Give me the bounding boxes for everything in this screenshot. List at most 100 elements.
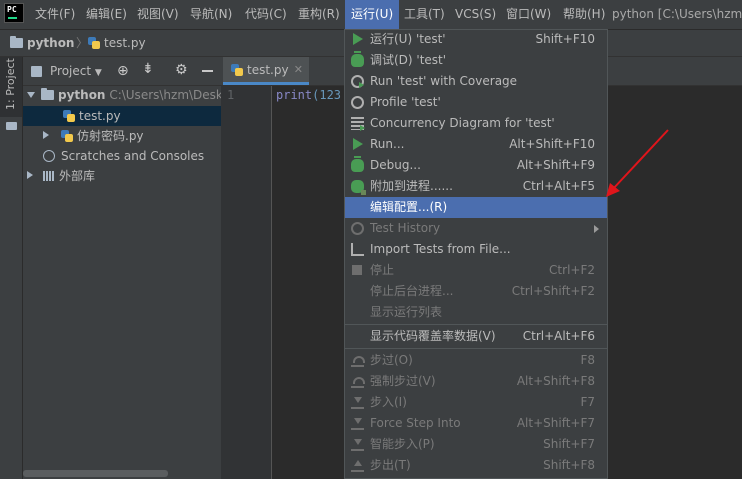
run-menu-item-debug[interactable]: Debug... Alt+Shift+F9 [345,155,607,176]
menu-item-shortcut: Ctrl+F2 [549,263,595,277]
gear-icon[interactable]: ⚙ [175,62,188,78]
run-menu-item-step-out[interactable]: 步出(T) Shift+F8 [345,455,607,476]
breadcrumb-separator-icon: 〉 [76,36,89,50]
debug-icon [351,51,364,67]
tree-root-path: C:\Users\hzm\Desk [109,88,223,102]
menu-item-shortcut: Alt+Shift+F9 [516,158,595,172]
menu-item-shortcut: Alt+Shift+F10 [509,137,595,151]
menu-item-shortcut: Shift+F10 [535,32,595,46]
run-menu-item-step-over[interactable]: 步过(O) F8 [345,350,607,371]
project-view-dropdown[interactable]: Project ▼ [50,64,102,78]
force-step-into-icon [351,417,364,430]
menu-bar: PC 文件(F) 编辑(E) 视图(V) 导航(N) 代码(C) 重构(R) 运… [0,0,742,30]
close-icon[interactable]: ✕ [294,57,303,83]
python-file-icon [88,37,100,49]
window-title: python [C:\Users\hzm [612,7,742,21]
menu-item-label: Run... [370,137,405,151]
menu-item-label: 显示代码覆盖率数据(V) [370,329,496,343]
code-keyword: print [276,88,313,102]
tab-test-py[interactable]: test.py ✕ [223,57,309,85]
step-into-icon [351,396,364,409]
run-menu-item-show-running-list[interactable]: 显示运行列表 [345,302,607,323]
folder-icon [10,36,23,48]
run-menu-item-force-step-over[interactable]: 强制步过(V) Alt+Shift+F8 [345,371,607,392]
menu-item-shortcut: Shift+F8 [543,458,595,472]
run-menu-item-edit-configurations[interactable]: 编辑配置...(R) [345,197,607,218]
menu-code[interactable]: 代码(C) [239,0,293,29]
annotation-arrow-icon [606,129,669,197]
smart-step-into-icon [351,438,364,451]
menu-item-label: Test History [370,221,441,235]
run-menu-item-show-coverage[interactable]: 显示代码覆盖率数据(V) Ctrl+Alt+F6 [345,326,607,347]
breadcrumb-project[interactable]: python [10,30,74,56]
run-menu-item-attach-process[interactable]: 附加到进程...... Ctrl+Alt+F5 [345,176,607,197]
tree-item-test-py[interactable]: test.py [23,106,221,126]
run-menu-item-stop-background[interactable]: 停止后台进程... Ctrl+Shift+F2 [345,281,607,302]
scratches-icon [43,150,55,162]
menu-window[interactable]: 窗口(W) [500,0,557,29]
pycharm-logo-icon: PC [4,3,24,23]
code-rest: (123 [312,88,342,102]
run-menu-item-smart-step-into[interactable]: 智能步入(P) Shift+F7 [345,434,607,455]
run-menu-item-debug-test[interactable]: 调试(D) 'test' [345,50,607,71]
menu-navigate[interactable]: 导航(N) [184,0,238,29]
menu-item-shortcut: Ctrl+Shift+F2 [511,284,595,298]
menu-item-shortcut: Ctrl+Alt+F6 [522,329,595,343]
collapse-all-icon[interactable]: ⇟ [142,61,154,77]
coverage-icon [351,75,364,88]
run-icon [353,138,363,150]
menu-file[interactable]: 文件(F) [29,0,81,29]
menu-item-shortcut: Shift+F7 [543,437,595,451]
run-menu-item-run[interactable]: Run... Alt+Shift+F10 [345,134,607,155]
breadcrumb-project-label: python [27,36,75,50]
tree-item-label: Scratches and Consoles [61,149,205,163]
tree-item-external-libraries[interactable]: 外部库 [23,166,221,186]
run-menu-item-run-test[interactable]: 运行(U) 'test' Shift+F10 [345,29,607,50]
expand-arrow-icon[interactable] [43,131,49,139]
menu-item-shortcut: F8 [580,353,595,367]
run-icon [353,33,363,45]
menu-item-label: Debug... [370,158,421,172]
menu-vcs[interactable]: VCS(S) [449,0,502,29]
menu-run[interactable]: 运行(U) [345,0,400,29]
run-menu-item-step-into[interactable]: 步入(I) F7 [345,392,607,413]
menu-item-label: 步过(O) [370,353,413,367]
menu-separator [345,324,607,325]
expand-arrow-icon[interactable] [27,171,33,179]
tree-item-affine-cipher[interactable]: 仿射密码.py [23,126,221,146]
breadcrumb-file-label: test.py [104,36,146,50]
breadcrumb-file[interactable]: test.py [88,30,146,56]
horizontal-scrollbar[interactable] [23,470,168,477]
menu-refactor[interactable]: 重构(R) [292,0,346,29]
menu-item-label: 显示运行列表 [370,305,443,319]
menu-item-label: 步入(I) [370,395,407,409]
code-line[interactable]: print(123 [276,88,341,102]
locate-file-icon[interactable]: ⊕ [117,63,129,79]
menu-help[interactable]: 帮助(H) [557,0,611,29]
step-over-icon [351,354,365,367]
folder-icon [41,88,54,100]
hide-panel-icon[interactable] [202,70,213,72]
menu-item-label: 停止后台进程... [370,284,454,298]
menu-item-label: Force Step Into [370,416,461,430]
run-menu-item-concurrency[interactable]: Concurrency Diagram for 'test' [345,113,607,134]
project-view-label: Project [50,64,92,78]
import-icon [351,243,364,256]
run-menu-item-test-history[interactable]: Test History [345,218,607,239]
run-menu-item-profile[interactable]: Profile 'test' [345,92,607,113]
menu-edit[interactable]: 编辑(E) [80,0,133,29]
expand-arrow-icon[interactable] [27,92,35,98]
step-out-icon [351,459,364,472]
menu-item-shortcut: Ctrl+Alt+F5 [522,179,595,193]
run-menu-item-coverage[interactable]: Run 'test' with Coverage [345,71,607,92]
menu-item-label: 附加到进程...... [370,179,453,193]
menu-view[interactable]: 视图(V) [131,0,185,29]
tree-item-label: 仿射密码.py [77,129,144,143]
tree-item-root[interactable]: python C:\Users\hzm\Desk [23,85,223,105]
run-menu-item-force-step-into[interactable]: Force Step Into Alt+Shift+F7 [345,413,607,434]
run-menu-item-stop[interactable]: 停止 Ctrl+F2 [345,260,607,281]
tree-item-scratches[interactable]: Scratches and Consoles [23,146,221,166]
run-menu-item-import-tests[interactable]: Import Tests from File... [345,239,607,260]
python-file-icon [231,64,243,76]
menu-tools[interactable]: 工具(T) [398,0,451,29]
